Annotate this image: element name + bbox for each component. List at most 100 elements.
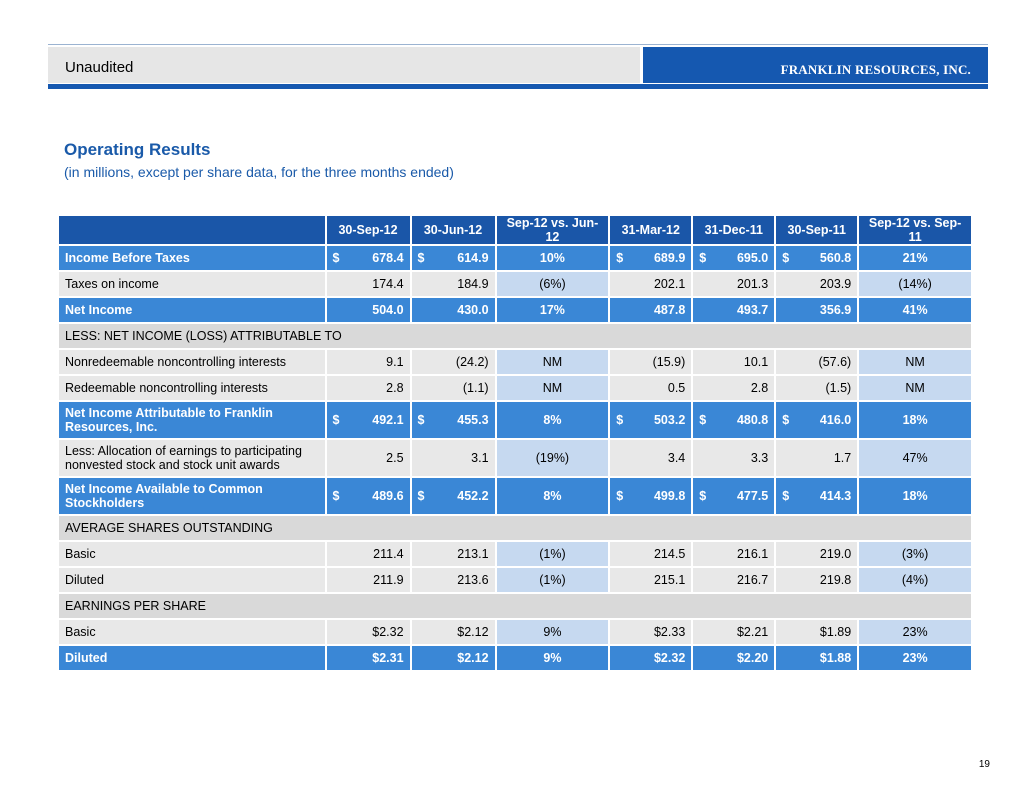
table-cell: (1%)	[496, 568, 609, 592]
column-header: Sep-12 vs. Jun-12	[496, 216, 609, 244]
table-row-income-before-taxes: Income Before Taxes $678.4 $614.9 10% $6…	[59, 246, 971, 270]
table-cell: $2.33	[610, 620, 692, 644]
row-label: Taxes on income	[59, 272, 325, 296]
table-cell: (14%)	[859, 272, 971, 296]
table-cell: 41%	[859, 298, 971, 322]
table-cell: $480.8	[693, 402, 775, 438]
header-bottom-bar	[48, 84, 988, 89]
table-cell: 23%	[859, 646, 971, 670]
currency-symbol: $	[417, 251, 425, 265]
table-cell: 219.8	[776, 568, 858, 592]
table-cell: $2.32	[610, 646, 692, 670]
table-cell: (1%)	[496, 542, 609, 566]
currency-symbol: $	[417, 489, 425, 503]
table-cell: (1.5)	[776, 376, 858, 400]
currency-symbol: $	[417, 413, 425, 427]
currency-symbol: $	[782, 489, 790, 503]
table-cell: 18%	[859, 402, 971, 438]
table-cell: 9%	[496, 620, 609, 644]
table-row-eps-basic: Basic $2.32 $2.12 9% $2.33 $2.21 $1.89 2…	[59, 620, 971, 644]
table-row-nonredeemable: Nonredeemable noncontrolling interests 9…	[59, 350, 971, 374]
table-cell: 47%	[859, 440, 971, 476]
table-cell: NM	[859, 350, 971, 374]
table-cell: 213.6	[411, 568, 495, 592]
table-cell: $416.0	[776, 402, 858, 438]
table-cell: $1.89	[776, 620, 858, 644]
section-label: EARNINGS PER SHARE	[59, 594, 971, 618]
row-label: Basic	[59, 542, 325, 566]
section-row-average-shares: AVERAGE SHARES OUTSTANDING	[59, 516, 971, 540]
table-cell: 18%	[859, 478, 971, 514]
table-cell: 17%	[496, 298, 609, 322]
table-cell: $2.21	[693, 620, 775, 644]
operating-results-table: 30-Sep-12 30-Jun-12 Sep-12 vs. Jun-12 31…	[57, 214, 973, 672]
row-label: Nonredeemable noncontrolling interests	[59, 350, 325, 374]
header-top-rule	[48, 44, 988, 45]
table-cell: 10%	[496, 246, 609, 270]
table-row-shares-diluted: Diluted 211.9 213.6 (1%) 215.1 216.7 219…	[59, 568, 971, 592]
table-cell: 9.1	[326, 350, 410, 374]
table-cell: 174.4	[326, 272, 410, 296]
table-cell: NM	[859, 376, 971, 400]
row-label: Income Before Taxes	[59, 246, 325, 270]
table-cell: $499.8	[610, 478, 692, 514]
cell-value: 480.8	[736, 413, 769, 427]
table-cell: $414.3	[776, 478, 858, 514]
currency-symbol: $	[782, 413, 790, 427]
table-cell: 202.1	[610, 272, 692, 296]
table-cell: 487.8	[610, 298, 692, 322]
table-row-taxes-on-income: Taxes on income 174.4 184.9 (6%) 202.1 2…	[59, 272, 971, 296]
table-cell: $614.9	[411, 246, 495, 270]
table-cell: 8%	[496, 402, 609, 438]
table-cell: 356.9	[776, 298, 858, 322]
cell-value: 689.9	[653, 251, 686, 265]
cell-value: 678.4	[372, 251, 404, 265]
table-cell: 214.5	[610, 542, 692, 566]
table-cell: 0.5	[610, 376, 692, 400]
table-cell: 213.1	[411, 542, 495, 566]
table-cell: $489.6	[326, 478, 410, 514]
table-cell: 201.3	[693, 272, 775, 296]
table-cell: 430.0	[411, 298, 495, 322]
table-cell: $452.2	[411, 478, 495, 514]
currency-symbol: $	[332, 251, 340, 265]
table-cell: 3.1	[411, 440, 495, 476]
table-cell: (15.9)	[610, 350, 692, 374]
table-row-eps-diluted: Diluted $2.31 $2.12 9% $2.32 $2.20 $1.88…	[59, 646, 971, 670]
page-subtitle: (in millions, except per share data, for…	[64, 164, 454, 180]
column-header	[59, 216, 325, 244]
header-left-panel: Unaudited	[48, 47, 640, 83]
table-row-allocation: Less: Allocation of earnings to particip…	[59, 440, 971, 476]
table-cell: $2.32	[326, 620, 410, 644]
currency-symbol: $	[332, 413, 340, 427]
table-cell: 493.7	[693, 298, 775, 322]
cell-value: 499.8	[653, 489, 686, 503]
table-cell: (57.6)	[776, 350, 858, 374]
table-row-net-income: Net Income 504.0 430.0 17% 487.8 493.7 3…	[59, 298, 971, 322]
table-cell: $503.2	[610, 402, 692, 438]
table-cell: (3%)	[859, 542, 971, 566]
table-row-redeemable: Redeemable noncontrolling interests 2.8 …	[59, 376, 971, 400]
cell-value: 477.5	[736, 489, 769, 503]
page-number: 19	[978, 759, 990, 770]
table-cell: 211.4	[326, 542, 410, 566]
table-cell: 23%	[859, 620, 971, 644]
table-cell: (24.2)	[411, 350, 495, 374]
currency-symbol: $	[616, 413, 624, 427]
table-cell: 21%	[859, 246, 971, 270]
table-cell: 211.9	[326, 568, 410, 592]
cell-value: 455.3	[457, 413, 489, 427]
section-row-eps: EARNINGS PER SHARE	[59, 594, 971, 618]
cell-value: 492.1	[372, 413, 404, 427]
unaudited-label: Unaudited	[65, 59, 134, 76]
currency-symbol: $	[699, 413, 707, 427]
column-header: 31-Mar-12	[610, 216, 692, 244]
table-cell: $477.5	[693, 478, 775, 514]
row-label: Redeemable noncontrolling interests	[59, 376, 325, 400]
table-cell: 2.8	[326, 376, 410, 400]
cell-value: 560.8	[819, 251, 852, 265]
table-cell: 1.7	[776, 440, 858, 476]
table-cell: 3.3	[693, 440, 775, 476]
table-cell: 215.1	[610, 568, 692, 592]
row-label: Net Income Available to Common Stockhold…	[59, 478, 325, 514]
